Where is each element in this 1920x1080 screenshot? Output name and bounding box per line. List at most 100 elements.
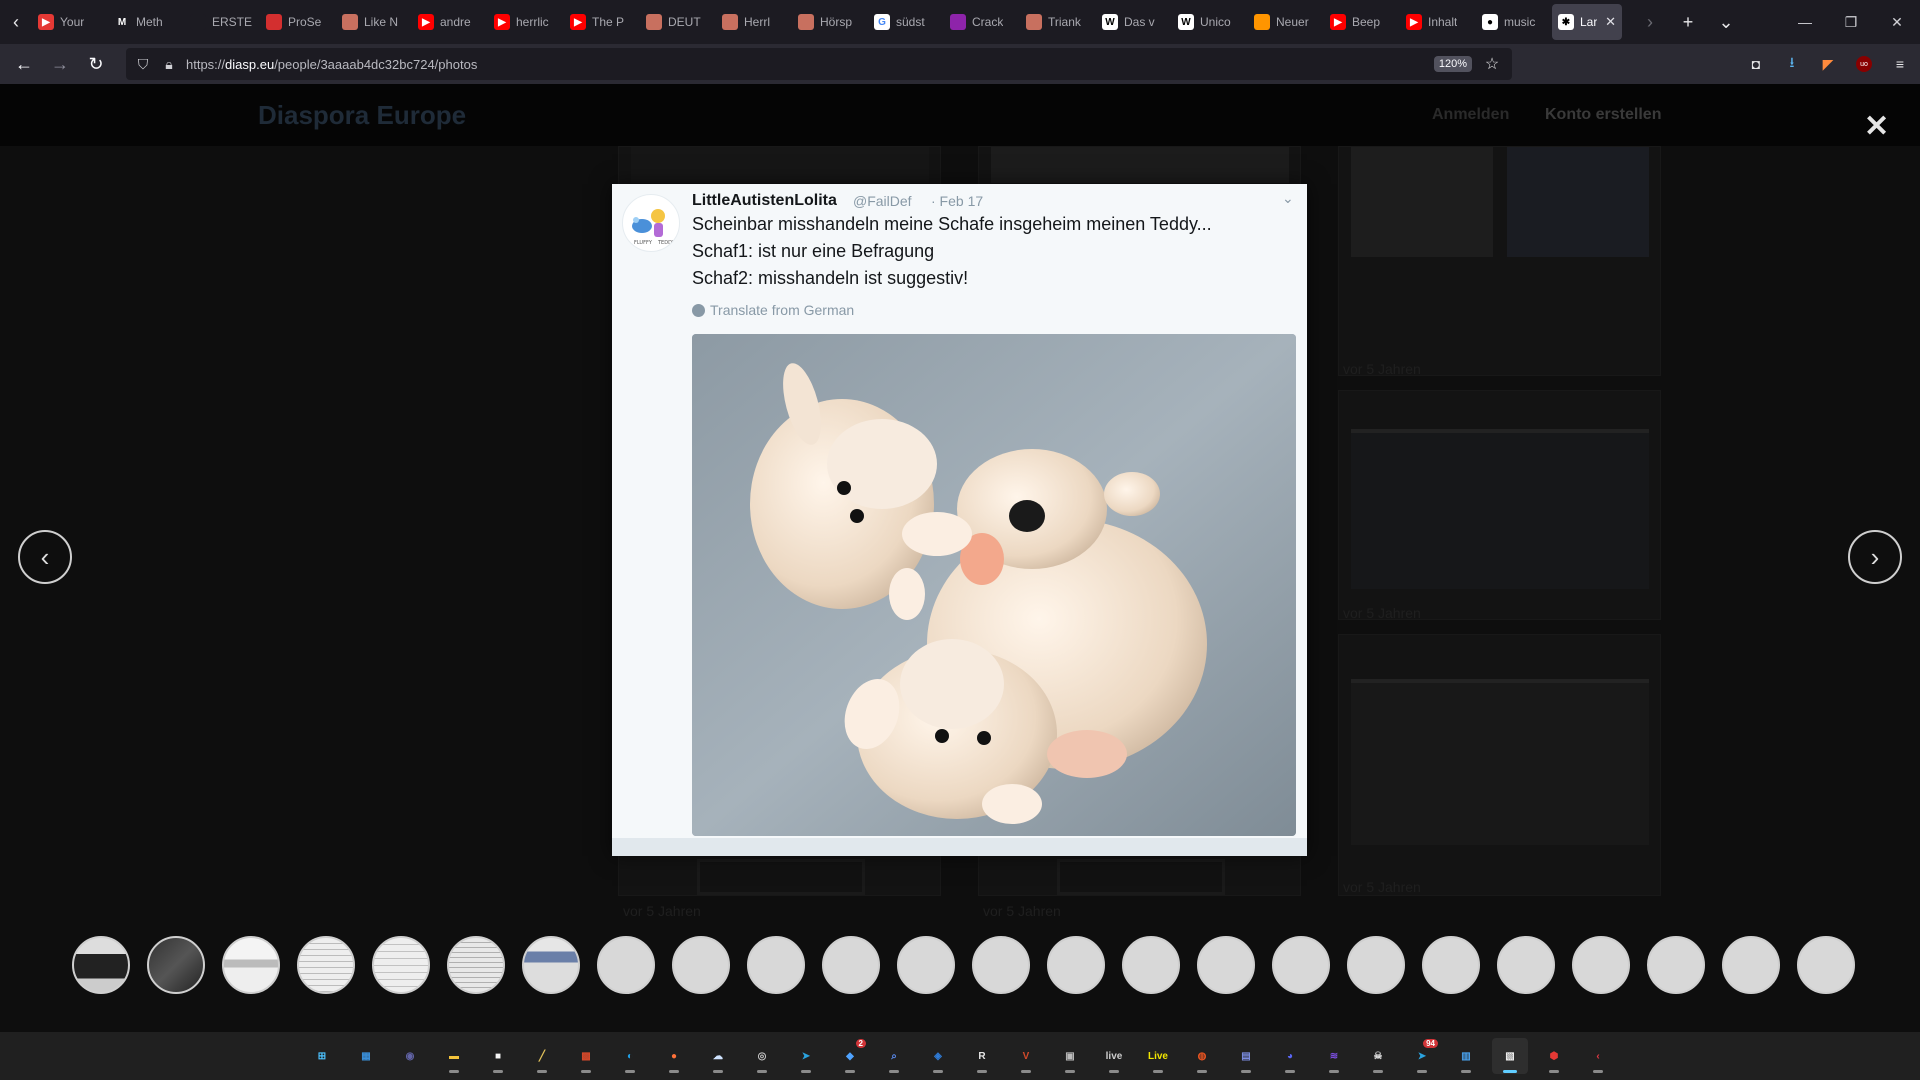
close-tab-icon[interactable]: ✕	[1605, 14, 1616, 30]
taskbar-app-13[interactable]: ⌕	[876, 1038, 912, 1074]
lightbox-close-button[interactable]: ✕	[1864, 112, 1889, 142]
tab-1[interactable]: M Meth	[108, 4, 184, 40]
next-photo-button[interactable]: ›	[1848, 530, 1902, 584]
photo-thumbnail[interactable]	[972, 936, 1030, 994]
taskbar-app-3[interactable]: ▬	[436, 1038, 472, 1074]
photo-thumbnail[interactable]	[1497, 936, 1555, 994]
taskbar-app-5[interactable]: ╱	[524, 1038, 560, 1074]
taskbar-app-27[interactable]: ▧	[1492, 1038, 1528, 1074]
taskbar-app-26[interactable]: ▥	[1448, 1038, 1484, 1074]
taskbar-app-8[interactable]: ●	[656, 1038, 692, 1074]
photo-thumbnail[interactable]	[72, 936, 130, 994]
photo-thumbnail[interactable]	[1272, 936, 1330, 994]
lock-icon[interactable]: 🔒︎	[160, 56, 178, 73]
tab-2[interactable]: ERSTE A	[184, 4, 260, 40]
tab-14[interactable]: W Das v	[1096, 4, 1172, 40]
taskbar-app-7[interactable]: ◐	[612, 1038, 648, 1074]
taskbar-app-24[interactable]: ☠	[1360, 1038, 1396, 1074]
photo-thumbnail[interactable]	[147, 936, 205, 994]
photo-thumbnail[interactable]	[1572, 936, 1630, 994]
pocket-icon[interactable]: ◘	[1742, 50, 1770, 78]
photo-thumbnail[interactable]	[822, 936, 880, 994]
tweet-author-name[interactable]: LittleAutistenLolita	[692, 192, 837, 210]
taskbar-app-25[interactable]: ➤ 94	[1404, 1038, 1440, 1074]
menu-icon[interactable]: ≡	[1886, 50, 1914, 78]
tweet-author-handle[interactable]: @FailDef	[853, 193, 912, 209]
tab-13[interactable]: Triank	[1020, 4, 1096, 40]
tab-5[interactable]: ▶ andre	[412, 4, 488, 40]
login-link[interactable]: Anmelden	[1432, 106, 1509, 124]
taskbar-app-19[interactable]: Live	[1140, 1038, 1176, 1074]
photo-thumbnail[interactable]	[672, 936, 730, 994]
tab-11[interactable]: Gsüdst	[868, 4, 944, 40]
taskbar-app-18[interactable]: live	[1096, 1038, 1132, 1074]
taskbar-app-4[interactable]: ■	[480, 1038, 516, 1074]
tab-19[interactable]: ● music	[1476, 4, 1552, 40]
tab-8[interactable]: DEUT	[640, 4, 716, 40]
photo-thumbnail[interactable]	[1722, 936, 1780, 994]
photo-thumbnail[interactable]	[1047, 936, 1105, 994]
url-text[interactable]: https://diasp.eu/people/3aaaab4dc32bc724…	[186, 57, 1426, 72]
photo-thumbnail[interactable]	[897, 936, 955, 994]
tab-15[interactable]: W Unico	[1172, 4, 1248, 40]
taskbar-app-15[interactable]: R	[964, 1038, 1000, 1074]
tab-9[interactable]: Herrl	[716, 4, 792, 40]
tab-17[interactable]: ▶ Beep	[1324, 4, 1400, 40]
taskbar-app-12[interactable]: ◆ 2	[832, 1038, 868, 1074]
tab-12[interactable]: Crack	[944, 4, 1020, 40]
tab-scroll-right-button[interactable]: ›	[1632, 4, 1668, 40]
signup-link[interactable]: Konto erstellen	[1545, 106, 1661, 124]
close-window-button[interactable]: ✕	[1874, 0, 1920, 44]
minimize-button[interactable]: —	[1782, 0, 1828, 44]
taskbar-app-14[interactable]: ◈	[920, 1038, 956, 1074]
forward-button[interactable]: →	[42, 48, 78, 80]
downloads-icon[interactable]: ⭳	[1778, 50, 1806, 78]
tab-18[interactable]: ▶ Inhalt	[1400, 4, 1476, 40]
taskbar-app-20[interactable]: ◍	[1184, 1038, 1220, 1074]
taskbar-app-11[interactable]: ➤	[788, 1038, 824, 1074]
photo-thumbnail[interactable]	[1347, 936, 1405, 994]
site-title[interactable]: Diaspora Europe	[258, 100, 466, 131]
url-bar[interactable]: ⛉ 🔒︎ https://diasp.eu/people/3aaaab4dc32…	[126, 48, 1512, 80]
photo-thumbnail[interactable]	[597, 936, 655, 994]
photo-thumbnail[interactable]	[1422, 936, 1480, 994]
extension-flag-icon[interactable]: ◤	[1814, 50, 1842, 78]
photo-thumbnail[interactable]	[1647, 936, 1705, 994]
restore-button[interactable]: ❐	[1828, 0, 1874, 44]
taskbar-app-6[interactable]: ▩	[568, 1038, 604, 1074]
photo-thumbnail[interactable]	[747, 936, 805, 994]
taskbar-app-17[interactable]: ▣	[1052, 1038, 1088, 1074]
taskbar-app-21[interactable]: ▤	[1228, 1038, 1264, 1074]
photo-thumbnail[interactable]	[372, 936, 430, 994]
tab-0[interactable]: ▶ Your	[32, 4, 108, 40]
photo-thumbnail[interactable]	[1197, 936, 1255, 994]
photo-thumbnail[interactable]	[447, 936, 505, 994]
tab-4[interactable]: Like N	[336, 4, 412, 40]
tab-16[interactable]: Neuer	[1248, 4, 1324, 40]
taskbar-app-0[interactable]: ⊞	[304, 1038, 340, 1074]
photo-thumbnail[interactable]	[222, 936, 280, 994]
list-all-tabs-button[interactable]: ⌄	[1708, 4, 1744, 40]
ublock-icon[interactable]: uo	[1850, 50, 1878, 78]
photo-thumbnail[interactable]	[297, 936, 355, 994]
photo-thumbnail[interactable]	[1797, 936, 1855, 994]
reload-button[interactable]: ↻	[78, 48, 114, 80]
taskbar-app-22[interactable]: ◕	[1272, 1038, 1308, 1074]
back-button[interactable]: ←	[6, 48, 42, 80]
taskbar-app-2[interactable]: ◉	[392, 1038, 428, 1074]
photo-thumbnail[interactable]	[522, 936, 580, 994]
taskbar-app-10[interactable]: ◎	[744, 1038, 780, 1074]
tab-6[interactable]: ▶ herrlic	[488, 4, 564, 40]
tab-3[interactable]: ProSe	[260, 4, 336, 40]
tab-7[interactable]: ▶ The P	[564, 4, 640, 40]
zoom-level-badge[interactable]: 120%	[1433, 56, 1472, 72]
taskbar-app-1[interactable]: ▦	[348, 1038, 384, 1074]
taskbar-app-16[interactable]: V	[1008, 1038, 1044, 1074]
new-tab-button[interactable]: +	[1670, 4, 1706, 40]
tab-20[interactable]: ✱ Lar ✕	[1552, 4, 1622, 40]
tracking-shield-icon[interactable]: ⛉	[134, 56, 152, 73]
tab-10[interactable]: Hörsp	[792, 4, 868, 40]
photo-thumbnail[interactable]	[1122, 936, 1180, 994]
taskbar-app-29[interactable]: ‹	[1580, 1038, 1616, 1074]
previous-photo-button[interactable]: ‹	[18, 530, 72, 584]
